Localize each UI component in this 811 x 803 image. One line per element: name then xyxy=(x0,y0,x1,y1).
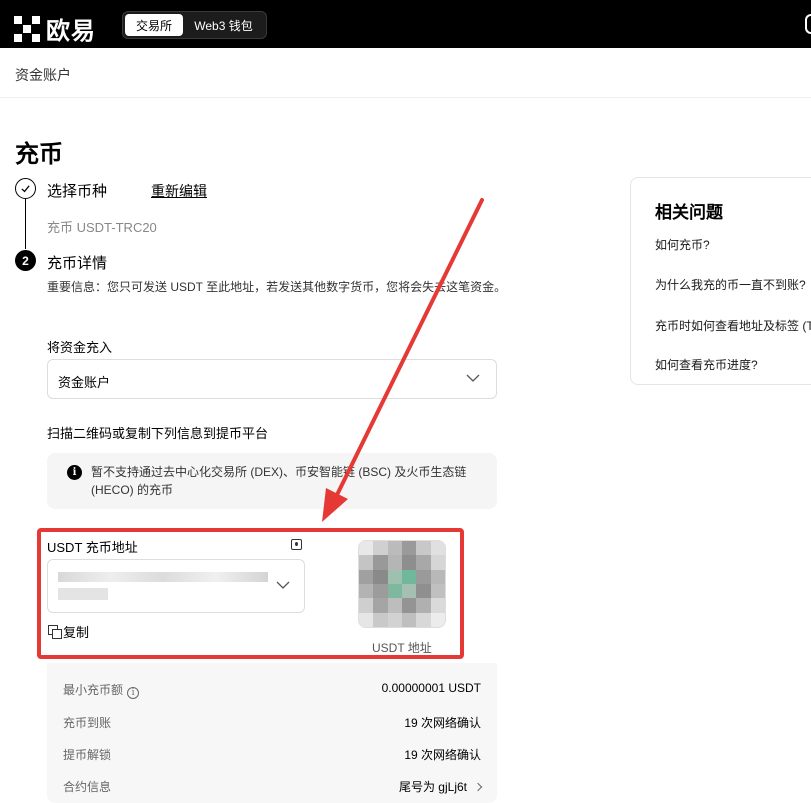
detail-value: 尾号为 gjLj6t xyxy=(398,780,467,794)
logo-text: 欧易 xyxy=(46,17,96,45)
dex-warning-text: 暂不支持通过去中心化交易所 (DEX)、币安智能链 (BSC) 及火币生态链 (… xyxy=(91,465,467,497)
mode-switch: 交易所 Web3 钱包 xyxy=(122,11,267,39)
step2-label: 充币详情 xyxy=(47,255,108,272)
faq-item[interactable]: 如何查看充币进度? xyxy=(655,356,758,373)
reedit-link[interactable]: 重新编辑 xyxy=(151,181,207,201)
detail-key: 充币到账 xyxy=(63,716,112,730)
detail-key: 最小充币额 xyxy=(63,683,124,697)
account-select-value: 资金账户 xyxy=(58,375,111,390)
detail-value: 19 次网络确认 xyxy=(404,716,481,730)
faq-item[interactable]: 充币时如何查看地址及标签 (T xyxy=(655,317,811,334)
tab-exchange[interactable]: 交易所 xyxy=(125,14,183,36)
okx-logo[interactable]: 欧易 xyxy=(14,11,96,46)
chevron-right-icon xyxy=(473,782,483,792)
info-icon: i xyxy=(67,465,82,480)
highlight-box xyxy=(37,528,464,659)
okx-logo-icon xyxy=(14,15,40,42)
check-icon xyxy=(15,178,36,199)
step1-label: 选择币种 xyxy=(47,183,108,200)
breadcrumb[interactable]: 资金账户 xyxy=(15,65,71,85)
page-title: 充币 xyxy=(15,141,63,168)
step-connector xyxy=(25,199,26,249)
faq-item[interactable]: 为什么我充的币一直不到账? xyxy=(655,276,806,293)
tab-web3-wallet[interactable]: Web3 钱包 xyxy=(183,14,264,36)
faq-title: 相关问题 xyxy=(655,203,723,222)
avatar-icon[interactable] xyxy=(805,14,811,34)
chevron-down-icon xyxy=(466,374,480,382)
top-navbar: 欧易 交易所 Web3 钱包 xyxy=(0,0,811,48)
step2-number: 2 xyxy=(15,250,36,271)
faq-card: 相关问题 如何充币? 为什么我充的币一直不到账? 充币时如何查看地址及标签 (T… xyxy=(630,177,811,385)
selected-coin: 充币 USDT-TRC20 xyxy=(47,220,157,235)
detail-value: 19 次网络确认 xyxy=(404,748,481,762)
scan-label: 扫描二维码或复制下列信息到提币平台 xyxy=(47,426,269,441)
deposit-to-label: 将资金充入 xyxy=(47,340,113,355)
dex-warning-box: i 暂不支持通过去中心化交易所 (DEX)、币安智能链 (BSC) 及火币生态链… xyxy=(47,453,497,509)
deposit-details: 最小充币额 i 0.00000001 USDT 充币到账 19 次网络确认 提币解… xyxy=(47,663,497,803)
detail-value: 0.00000001 USDT xyxy=(381,681,481,695)
faq-item[interactable]: 如何充币? xyxy=(655,236,710,253)
account-select[interactable]: 资金账户 xyxy=(47,359,497,399)
detail-key: 合约信息 xyxy=(63,780,112,794)
important-notice: 重要信息：您只可发送 USDT 至此地址，若发送其他数字货币，您将会失去这笔资金… xyxy=(47,280,507,294)
sub-header: 资金账户 xyxy=(0,48,811,98)
info-icon[interactable]: i xyxy=(127,687,140,699)
detail-key: 提币解锁 xyxy=(63,748,112,762)
